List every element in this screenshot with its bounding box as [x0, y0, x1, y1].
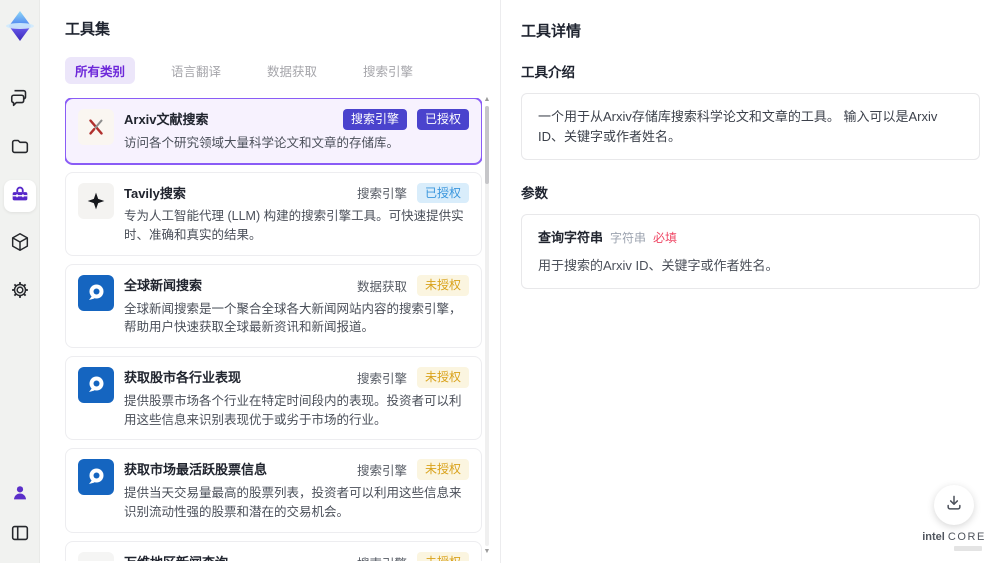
brand-core: CORE [947, 531, 986, 543]
params-section-title: 参数 [521, 186, 548, 201]
tool-title: 获取市场最活跃股票信息 [124, 462, 268, 478]
sidebar [0, 0, 40, 563]
panel-toggle-icon [9, 522, 31, 549]
intro-text: 一个用于从Arxiv存储库搜索科学论文和文章的工具。 输入可以是Arxiv ID… [538, 109, 938, 144]
sidebar-item-chat[interactable] [4, 84, 36, 116]
sidebar-item-files[interactable] [4, 132, 36, 164]
cube-icon [9, 231, 31, 258]
param-required-badge: 必填 [653, 231, 678, 245]
tool-item-most-active-stocks[interactable]: 获取市场最活跃股票信息 搜索引擎 未授权提供当天交易量最高的股票列表，投资者可以利用… [65, 448, 482, 533]
param-description: 用于搜索的Arxiv ID、关键字或作者姓名。 [538, 257, 779, 273]
tool-meta: 数据获取 未授权 [356, 274, 469, 296]
chat-icon [9, 87, 31, 114]
param-card: 查询字符串 字符串 必填 用于搜索的Arxiv ID、关键字或作者姓名。 [521, 214, 980, 289]
sidebar-item-models[interactable] [4, 228, 36, 260]
tool-title: 万维地区新闻查询 [124, 552, 228, 561]
tool-title: 全球新闻搜索 [124, 277, 203, 293]
arxiv-logo-icon [78, 109, 114, 145]
intel-core-logo: intel CORE [922, 531, 986, 543]
sidebar-item-settings[interactable] [4, 276, 36, 308]
scrollbar-track[interactable] [485, 106, 489, 546]
sidebar-bottom [4, 479, 36, 551]
scrollbar-down-icon[interactable]: ▼ [482, 548, 492, 556]
tool-title: Tavily搜索 [124, 185, 186, 201]
scrollbar-up-icon[interactable]: ▲ [482, 96, 492, 104]
tool-list: Arxiv文献搜索 搜索引擎 已授权 访问各个研究领域大量科学论文和文章的存储库。 Ta… [65, 98, 482, 561]
tool-meta: 搜索引擎未授权 [357, 367, 469, 388]
tool-meta: 搜索引擎 已授权 [342, 109, 469, 130]
tool-details-panel: 工具详情 工具介绍 一个用于从Arxiv存储库搜索科学论文和文章的工具。 输入可… [500, 0, 1000, 563]
q-news-logo-icon [78, 459, 114, 496]
tavily-star-icon [78, 182, 114, 219]
app-window: 工具集 所有类别 语言翻译 数据获取 搜索引擎 Arxiv文献搜索 搜索引擎 已授权 访问各… [0, 0, 1000, 563]
intro-section-title: 工具介绍 [521, 65, 575, 80]
tool-item-arxiv[interactable]: Arxiv文献搜索 搜索引擎 已授权访问各个研究领域大量科学论文和文章的存储库。 [65, 98, 482, 164]
tool-meta: 搜索引擎 已授权 [356, 182, 469, 204]
brand-intel: intel [922, 531, 945, 543]
tool-body: 获取股市各行业表现 搜索引擎 未授权提供股票市场各个行业在特定时间段内的表现。投资者… [124, 367, 469, 429]
tool-item-regional-news[interactable]: 万维地区新闻查询搜索引擎未授权查询具体行政区划内的新闻，快速了解各地新闻动 [65, 540, 482, 561]
q-news-logo-icon [78, 367, 114, 404]
sidebar-item-tools[interactable] [3, 180, 36, 212]
tool-meta: 搜索引擎 未授权 [357, 551, 469, 561]
tab-translation[interactable]: 语言翻译 [161, 57, 231, 84]
tool-title: Arxiv文献搜索 [124, 112, 209, 127]
intro-card: 一个用于从Arxiv存储库搜索科学论文和文章的工具。 输入可以是Arxiv ID… [521, 93, 980, 160]
building-icon [78, 551, 114, 561]
param-name: 查询字符串 [538, 230, 604, 245]
category-label: 搜索引擎 [356, 464, 407, 479]
param-type: 字符串 [610, 231, 647, 245]
tool-body: 获取市场最活跃股票信息 搜索引擎 未授权提供当天交易量最高的股票列表，投资者可以利用… [124, 459, 469, 521]
status-badge: 未授权 [416, 459, 469, 481]
download-icon [944, 493, 964, 518]
tool-meta: 搜索引擎未授权 [356, 459, 469, 481]
user-icon [9, 482, 31, 509]
tab-data-fetch[interactable]: 数据获取 [257, 57, 327, 84]
status-badge: 未授权 [416, 551, 469, 561]
page-title: 工具集 [65, 21, 111, 38]
tool-body: Tavily搜索 搜索引擎 已授权专为人工智能代理 (LLM) 构建的搜索引擎工具。… [124, 182, 469, 245]
folder-icon [9, 135, 31, 162]
tool-item-sector-performance[interactable]: 获取股市各行业表现 搜索引擎 未授权提供股票市场各个行业在特定时间段内的表现。投资者… [65, 356, 482, 441]
tool-list-scrollbar[interactable]: ▲ ▼ [482, 96, 492, 556]
tool-body: Arxiv文献搜索 搜索引擎 已授权访问各个研究领域大量科学论文和文章的存储库。 [124, 109, 469, 153]
tool-item-global-news[interactable]: 全球新闻搜索 数据获取 未授权全球新闻搜索是一个聚合全球各大新闻网站内容的搜索引擎，… [65, 263, 482, 349]
corner-widgets: intel CORE [922, 485, 986, 551]
tool-description: 专为人工智能代理 (LLM) 构建的搜索引擎工具。可快速提供实时、准确和真实的结… [124, 209, 464, 243]
tool-description: 访问各个研究领域大量科学论文和文章的存储库。 [124, 135, 400, 150]
status-badge: 已授权 [416, 109, 469, 130]
tool-body: 万维地区新闻查询搜索引擎未授权查询具体行政区划内的新闻，快速了解各地新闻动 [124, 551, 469, 561]
status-badge: 未授权 [416, 274, 469, 296]
status-badge: 已授权 [416, 182, 469, 204]
category-tabs: 所有类别 语言翻译 数据获取 搜索引擎 [65, 57, 500, 84]
tool-title: 获取股市各行业表现 [124, 370, 242, 386]
q-news-logo-icon [78, 274, 114, 311]
download-button[interactable] [934, 485, 975, 525]
category-label: 搜索引擎 [356, 372, 407, 387]
sidebar-item-panel-toggle[interactable] [4, 519, 36, 551]
category-label: 搜索引擎 [356, 187, 407, 202]
gear-icon [9, 279, 31, 306]
tab-search-engine[interactable]: 搜索引擎 [353, 57, 423, 84]
param-header: 查询字符串 字符串 必填 [538, 228, 963, 248]
sidebar-nav [3, 84, 36, 308]
category-label: 搜索引擎 [357, 553, 407, 561]
tool-description: 提供股票市场各个行业在特定时间段内的表现。投资者可以利用这些信息来识别表现优于或… [124, 393, 462, 427]
toolbox-icon [9, 183, 31, 210]
tool-description: 提供当天交易量最高的股票列表，投资者可以利用这些信息来识别流动性强的股票和潜在的… [124, 486, 462, 519]
category-badge: 搜索引擎 [342, 109, 407, 130]
brand-sub-badge [954, 546, 983, 551]
tool-item-tavily[interactable]: Tavily搜索 搜索引擎 已授权专为人工智能代理 (LLM) 构建的搜索引擎工具。… [65, 171, 482, 256]
tab-all-categories[interactable]: 所有类别 [65, 57, 136, 84]
status-badge: 未授权 [416, 367, 469, 388]
sidebar-item-account[interactable] [4, 479, 36, 511]
scrollbar-thumb[interactable] [485, 106, 489, 184]
details-title: 工具详情 [521, 23, 582, 40]
tool-collection-panel: 工具集 所有类别 语言翻译 数据获取 搜索引擎 Arxiv文献搜索 搜索引擎 已授权 访问各… [40, 0, 500, 563]
tool-body: 全球新闻搜索 数据获取 未授权全球新闻搜索是一个聚合全球各大新闻网站内容的搜索引擎，… [124, 274, 469, 337]
category-label: 数据获取 [356, 279, 407, 294]
app-logo-icon [2, 8, 38, 44]
tool-description: 全球新闻搜索是一个聚合全球各大新闻网站内容的搜索引擎，帮助用户快速获取全球最新资… [124, 301, 462, 335]
